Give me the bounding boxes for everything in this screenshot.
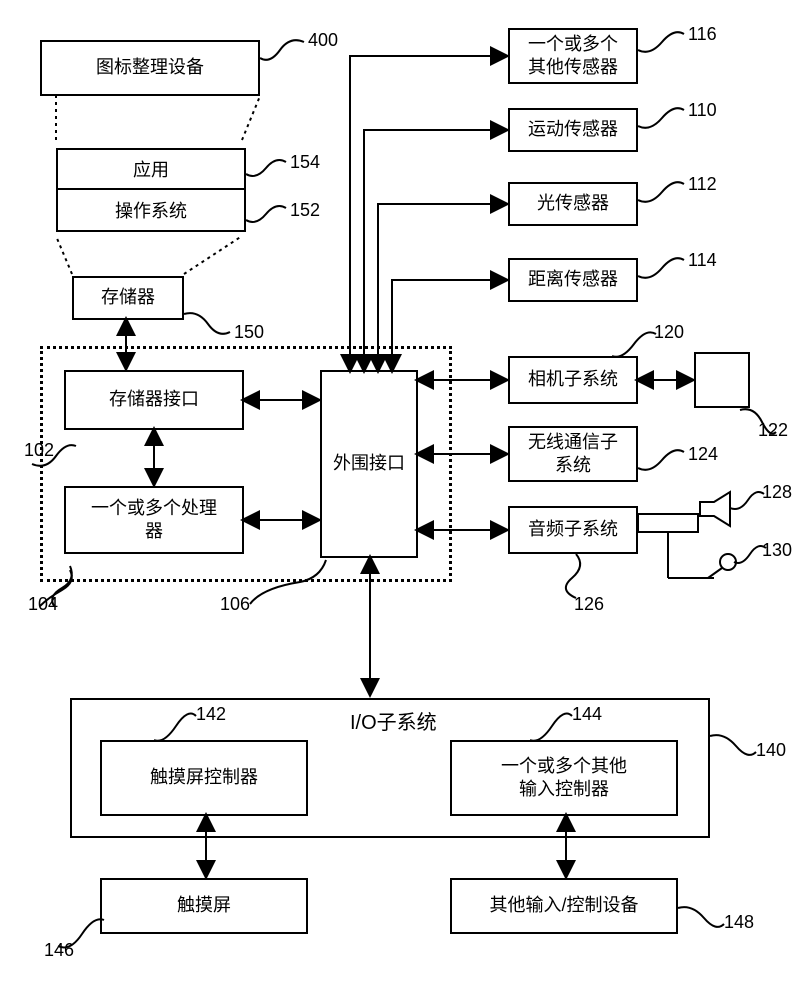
text: 存储器 <box>101 286 155 309</box>
ref-128: 128 <box>762 482 792 503</box>
ref-102: 102 <box>24 440 54 461</box>
block-touch-ctrl: 触摸屏控制器 <box>100 740 308 816</box>
block-touchscreen: 触摸屏 <box>100 878 308 934</box>
text: 一个或多个其他 输入控制器 <box>501 755 627 802</box>
ref-154: 154 <box>290 152 320 173</box>
text: 存储器接口 <box>109 388 199 411</box>
ref-124: 124 <box>688 444 718 465</box>
text: 操作系统 <box>115 197 187 223</box>
text: 运动传感器 <box>528 118 618 141</box>
text: 其他输入/控制设备 <box>489 894 638 917</box>
block-light-sensor: 光传感器 <box>508 182 638 226</box>
block-audio: 音频子系统 <box>508 506 638 554</box>
io-label: I/O子系统 <box>350 706 437 735</box>
ref-146: 146 <box>44 940 74 961</box>
block-other-sensors: 一个或多个 其他传感器 <box>508 28 638 84</box>
speaker-icon <box>700 492 744 528</box>
ref-116: 116 <box>688 24 717 45</box>
ref-104: 104 <box>28 594 58 615</box>
block-icon-organizer: 图标整理设备 <box>40 40 260 96</box>
text: 图标整理设备 <box>96 56 204 79</box>
block-camera-mod <box>694 352 750 408</box>
block-processors: 一个或多个处理 器 <box>64 486 244 554</box>
ref-110: 110 <box>688 100 717 121</box>
ref-150: 150 <box>234 322 264 343</box>
block-distance-sensor: 距离传感器 <box>508 258 638 302</box>
text: 触摸屏 <box>177 894 231 917</box>
block-motion-sensor: 运动传感器 <box>508 108 638 152</box>
text: 一个或多个 其他传感器 <box>528 33 618 80</box>
ref-112: 112 <box>688 174 717 195</box>
ref-114: 114 <box>688 250 717 271</box>
block-other-io: 其他输入/控制设备 <box>450 878 678 934</box>
ref-148: 148 <box>724 912 754 933</box>
ref-144: 144 <box>572 704 602 725</box>
block-peripheral-if: 外围接口 <box>320 370 418 558</box>
ref-142: 142 <box>196 704 226 725</box>
text: 相机子系统 <box>528 368 618 391</box>
text: 音频子系统 <box>528 518 618 541</box>
text: 距离传感器 <box>528 268 618 291</box>
ref-130: 130 <box>762 540 792 561</box>
text: 一个或多个处理 器 <box>91 497 217 544</box>
text: 应用 <box>133 156 169 182</box>
mic-icon <box>700 552 740 582</box>
text: 光传感器 <box>537 192 609 215</box>
ref-152: 152 <box>290 200 320 221</box>
ref-106: 106 <box>220 594 250 615</box>
block-app-os: 应用 操作系统 <box>56 148 246 232</box>
ref-122: 122 <box>758 420 788 441</box>
block-camera: 相机子系统 <box>508 356 638 404</box>
block-wireless: 无线通信子 系统 <box>508 426 638 482</box>
block-memory: 存储器 <box>72 276 184 320</box>
text: 无线通信子 系统 <box>528 431 618 478</box>
block-memory-if: 存储器接口 <box>64 370 244 430</box>
ref-400: 400 <box>308 30 338 51</box>
ref-126: 126 <box>574 594 604 615</box>
text: 外围接口 <box>333 452 405 475</box>
text: 触摸屏控制器 <box>150 766 258 789</box>
block-other-input-ctrl: 一个或多个其他 输入控制器 <box>450 740 678 816</box>
ref-120: 120 <box>654 322 684 343</box>
ref-140: 140 <box>756 740 786 761</box>
